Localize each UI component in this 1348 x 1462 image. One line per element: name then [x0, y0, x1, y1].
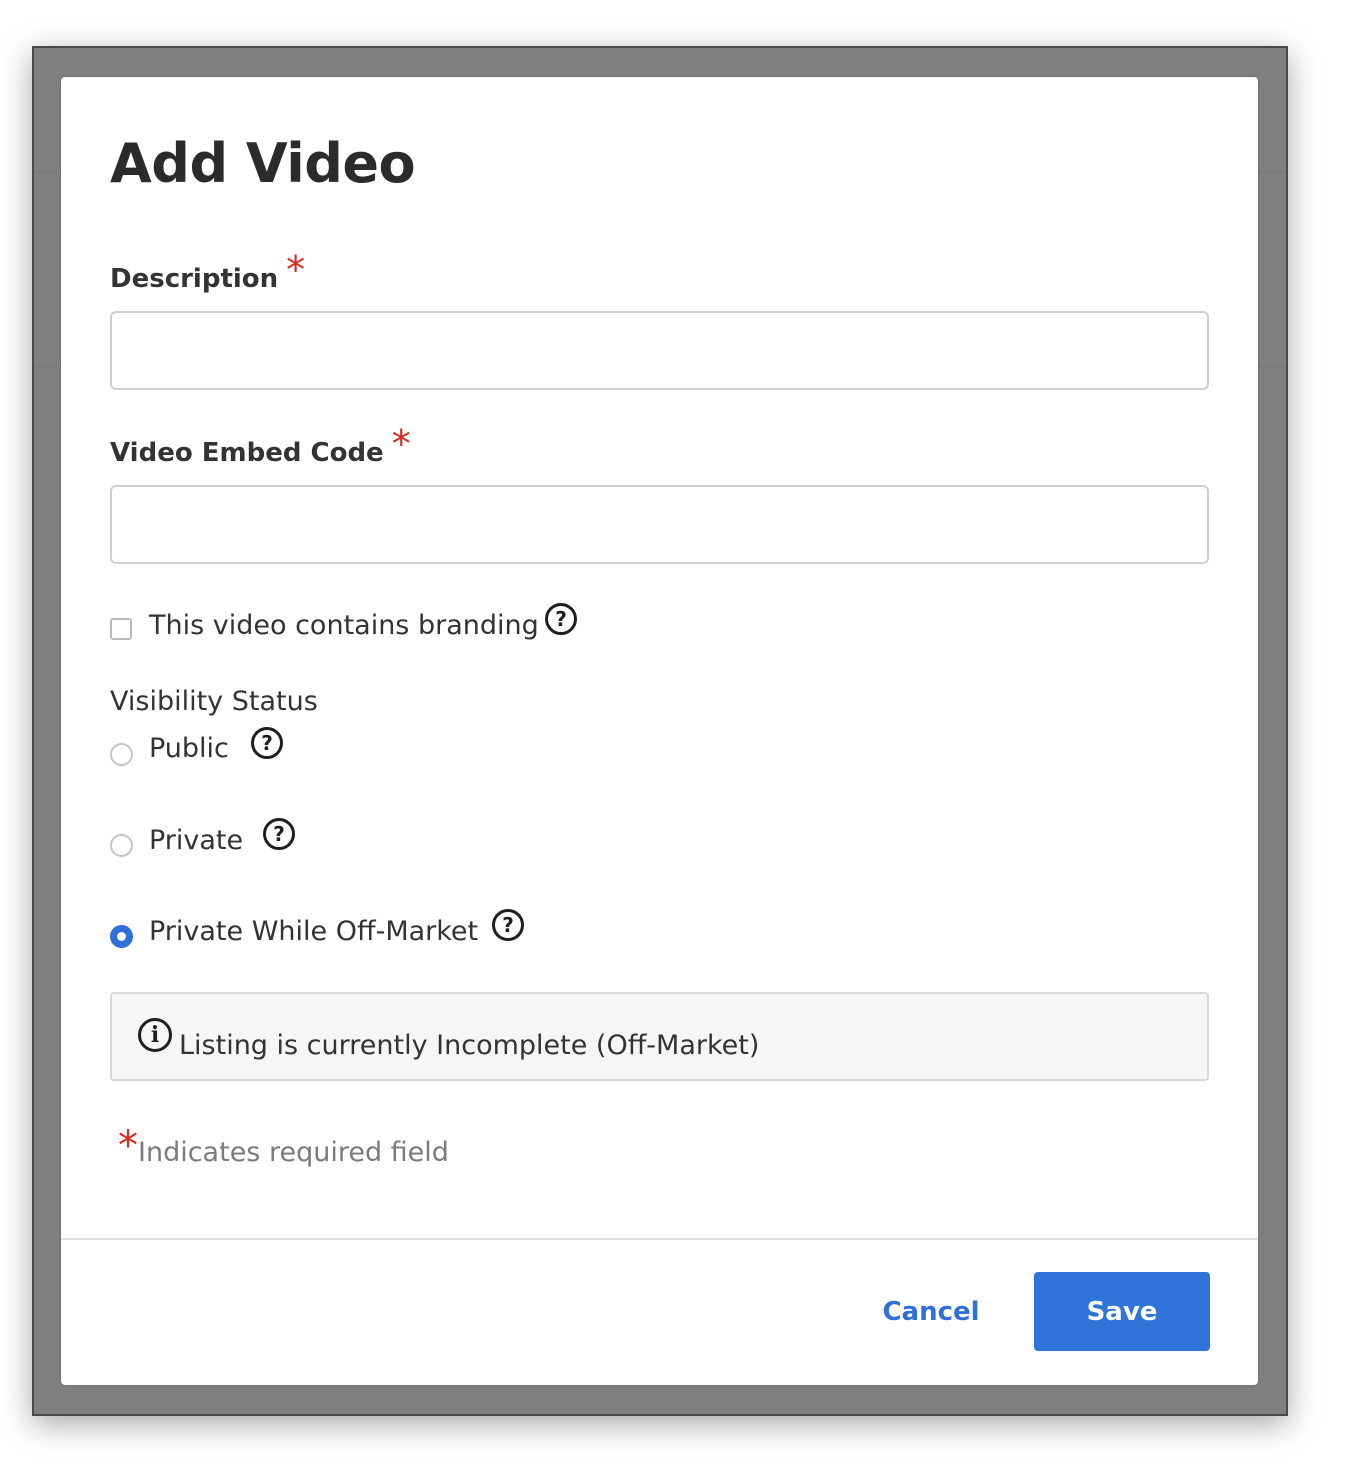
required-asterisk: *	[118, 1123, 138, 1169]
branding-checkbox[interactable]	[110, 618, 132, 640]
embed-code-label: Video Embed Code *	[110, 425, 411, 470]
required-asterisk: *	[286, 248, 306, 292]
visibility-status-label: Visibility Status	[110, 686, 318, 717]
listing-status-text: Listing is currently Incomplete (Off-Mar…	[179, 1030, 760, 1061]
required-field-note: *Indicates required field	[118, 1126, 449, 1171]
help-icon[interactable]: ?	[263, 818, 295, 850]
visibility-public-label[interactable]: Public	[149, 731, 229, 767]
required-asterisk: *	[391, 422, 411, 466]
help-icon[interactable]: ?	[545, 603, 577, 635]
embed-code-label-text: Video Embed Code	[110, 438, 384, 468]
visibility-off-market-radio[interactable]	[110, 925, 133, 948]
branding-label[interactable]: This video contains branding	[149, 608, 539, 644]
description-label-text: Description	[110, 264, 279, 294]
visibility-private-radio[interactable]	[110, 834, 133, 857]
embed-code-input[interactable]	[110, 485, 1209, 564]
description-input[interactable]	[110, 311, 1209, 390]
help-icon[interactable]: ?	[492, 909, 524, 941]
listing-status-info: i Listing is currently Incomplete (Off-M…	[110, 992, 1209, 1081]
info-icon: i	[138, 1018, 172, 1052]
description-label: Description *	[110, 251, 305, 296]
add-video-dialog: Add Video Description * Video Embed Code *…	[61, 77, 1258, 1385]
visibility-off-market-label[interactable]: Private While Off-Market	[149, 914, 478, 950]
visibility-private-label[interactable]: Private	[149, 823, 243, 859]
dialog-title: Add Video	[110, 132, 416, 195]
cancel-button[interactable]: Cancel	[871, 1292, 991, 1332]
footer-divider	[61, 1238, 1258, 1240]
help-icon[interactable]: ?	[251, 727, 283, 759]
save-button[interactable]: Save	[1034, 1272, 1210, 1351]
visibility-public-radio[interactable]	[110, 743, 133, 766]
required-note-text: Indicates required field	[138, 1137, 449, 1168]
